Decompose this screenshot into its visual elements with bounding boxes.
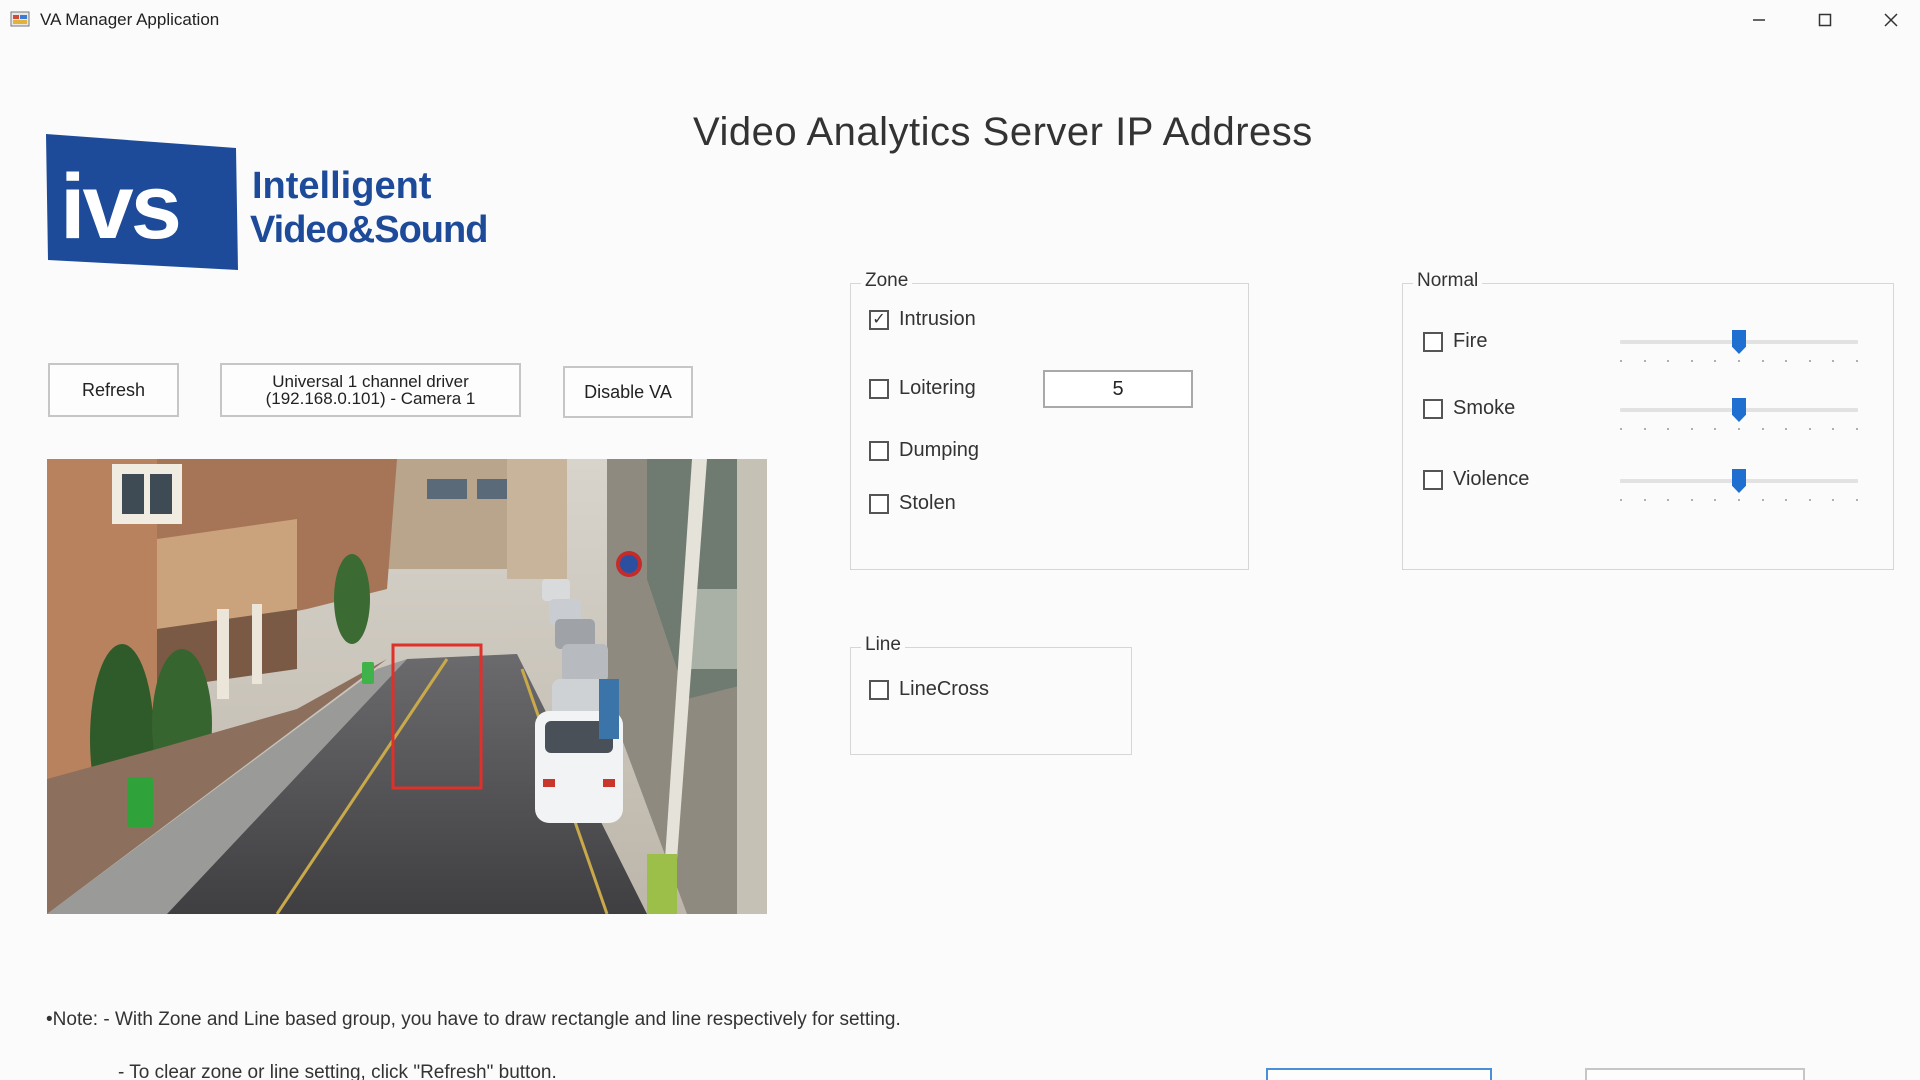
- slider-tick: [1690, 360, 1693, 362]
- fire-label: Fire: [1453, 330, 1488, 352]
- slider-tick: [1690, 428, 1693, 430]
- close-icon: [1884, 13, 1898, 27]
- slider-tick: [1667, 428, 1670, 430]
- slider-tick: [1737, 428, 1740, 430]
- violence-checkbox[interactable]: [1423, 469, 1443, 490]
- dumping-checkbox[interactable]: [869, 440, 889, 461]
- loitering-checkbox-row[interactable]: Loitering: [869, 377, 976, 400]
- line-group: Line LineCross: [850, 634, 1132, 755]
- slider-tick: [1620, 428, 1622, 430]
- slider-tick: [1761, 499, 1764, 501]
- note-text-2: - To clear zone or line setting, click "…: [118, 1062, 557, 1080]
- slider-tick: [1667, 499, 1670, 501]
- slider-thumb[interactable]: [1732, 469, 1746, 493]
- slider-tick: [1761, 428, 1764, 430]
- slider-tick: [1714, 499, 1717, 501]
- zone-group: Zone ✓ Intrusion Loitering 5 Dumping Sto…: [850, 270, 1249, 570]
- disable-va-button[interactable]: Disable VA: [563, 366, 693, 418]
- loitering-checkbox[interactable]: [869, 378, 889, 399]
- normal-legend: Normal: [1413, 270, 1483, 292]
- camera-select-button[interactable]: Universal 1 channel driver (192.168.0.10…: [220, 363, 521, 417]
- page-title: Video Analytics Server IP Address: [693, 110, 1313, 154]
- violence-label: Violence: [1453, 468, 1530, 490]
- slider-tick: [1808, 499, 1811, 501]
- slider-tick: [1620, 360, 1622, 362]
- slider-ticks: [1620, 360, 1858, 363]
- intrusion-checkbox-row[interactable]: ✓ Intrusion: [869, 308, 976, 331]
- slider-tick: [1785, 499, 1788, 501]
- slider-tick: [1643, 428, 1646, 430]
- smoke-label: Smoke: [1453, 397, 1516, 419]
- slider-tick: [1737, 360, 1740, 362]
- zone-legend: Zone: [861, 270, 913, 292]
- linecross-checkbox[interactable]: [869, 679, 889, 700]
- slider-tick: [1808, 428, 1811, 430]
- slider-tick: [1643, 499, 1646, 501]
- linecross-label: LineCross: [899, 678, 990, 700]
- slider-thumb[interactable]: [1732, 398, 1746, 422]
- logo-line1: Intelligent: [252, 165, 432, 207]
- slider-tick: [1620, 499, 1622, 501]
- dumping-label: Dumping: [899, 439, 980, 461]
- slider-ticks: [1620, 499, 1858, 502]
- slider-tick: [1737, 499, 1740, 501]
- slider-thumb[interactable]: [1732, 330, 1746, 354]
- normal-group: Normal Fire Smoke Violence: [1402, 270, 1894, 570]
- dumping-checkbox-row[interactable]: Dumping: [869, 439, 979, 462]
- slider-tick: [1785, 360, 1788, 362]
- bottom-action-button-2[interactable]: [1585, 1068, 1805, 1080]
- loitering-label: Loitering: [899, 377, 976, 399]
- refresh-button[interactable]: Refresh: [48, 363, 179, 417]
- stolen-checkbox[interactable]: [869, 493, 889, 514]
- stolen-checkbox-row[interactable]: Stolen: [869, 492, 956, 515]
- slider-tick: [1855, 428, 1858, 430]
- minimize-icon: [1753, 19, 1765, 21]
- bottom-action-button-1[interactable]: [1266, 1068, 1492, 1080]
- slider-tick: [1714, 360, 1717, 362]
- loitering-seconds-input[interactable]: 5: [1043, 370, 1193, 408]
- maximize-button[interactable]: [1796, 0, 1854, 40]
- maximize-icon: [1818, 13, 1832, 27]
- fire-sensitivity-slider[interactable]: [1620, 330, 1858, 370]
- window-title: VA Manager Application: [40, 10, 220, 29]
- slider-ticks: [1620, 428, 1858, 431]
- slider-tick: [1808, 360, 1811, 362]
- fire-checkbox-row[interactable]: Fire: [1423, 330, 1487, 353]
- camera-address-label: (192.168.0.101) - Camera 1: [265, 389, 476, 408]
- intrusion-checkbox[interactable]: ✓: [869, 309, 889, 330]
- slider-tick: [1855, 360, 1858, 362]
- slider-tick: [1855, 499, 1858, 501]
- slider-tick: [1832, 360, 1835, 362]
- linecross-checkbox-row[interactable]: LineCross: [869, 678, 989, 701]
- intrusion-label: Intrusion: [899, 308, 976, 330]
- stolen-label: Stolen: [899, 492, 956, 514]
- fire-checkbox[interactable]: [1423, 331, 1443, 352]
- slider-tick: [1785, 428, 1788, 430]
- slider-tick: [1832, 428, 1835, 430]
- minimize-button[interactable]: [1730, 0, 1788, 40]
- ivs-logo: ivs Intelligent Video&Sound: [46, 134, 488, 270]
- slider-tick: [1714, 428, 1717, 430]
- violence-sensitivity-slider[interactable]: [1620, 469, 1858, 509]
- line-legend: Line: [861, 634, 905, 656]
- slider-tick: [1643, 360, 1646, 362]
- slider-tick: [1832, 499, 1835, 501]
- slider-tick: [1761, 360, 1764, 362]
- smoke-sensitivity-slider[interactable]: [1620, 398, 1858, 438]
- smoke-checkbox-row[interactable]: Smoke: [1423, 397, 1515, 420]
- camera-driver-label: Universal 1 channel driver: [272, 372, 469, 391]
- logo-line2: Video&Sound: [250, 209, 487, 251]
- note-text-1: •Note: - With Zone and Line based group,…: [46, 1009, 901, 1030]
- logo-mark: ivs: [60, 156, 179, 258]
- slider-tick: [1690, 499, 1693, 501]
- app-icon: [10, 11, 30, 27]
- close-button[interactable]: [1862, 0, 1920, 40]
- smoke-checkbox[interactable]: [1423, 398, 1443, 419]
- camera-video-feed[interactable]: [47, 459, 767, 914]
- title-bar: VA Manager Application: [0, 0, 1920, 40]
- slider-tick: [1667, 360, 1670, 362]
- violence-checkbox-row[interactable]: Violence: [1423, 468, 1529, 491]
